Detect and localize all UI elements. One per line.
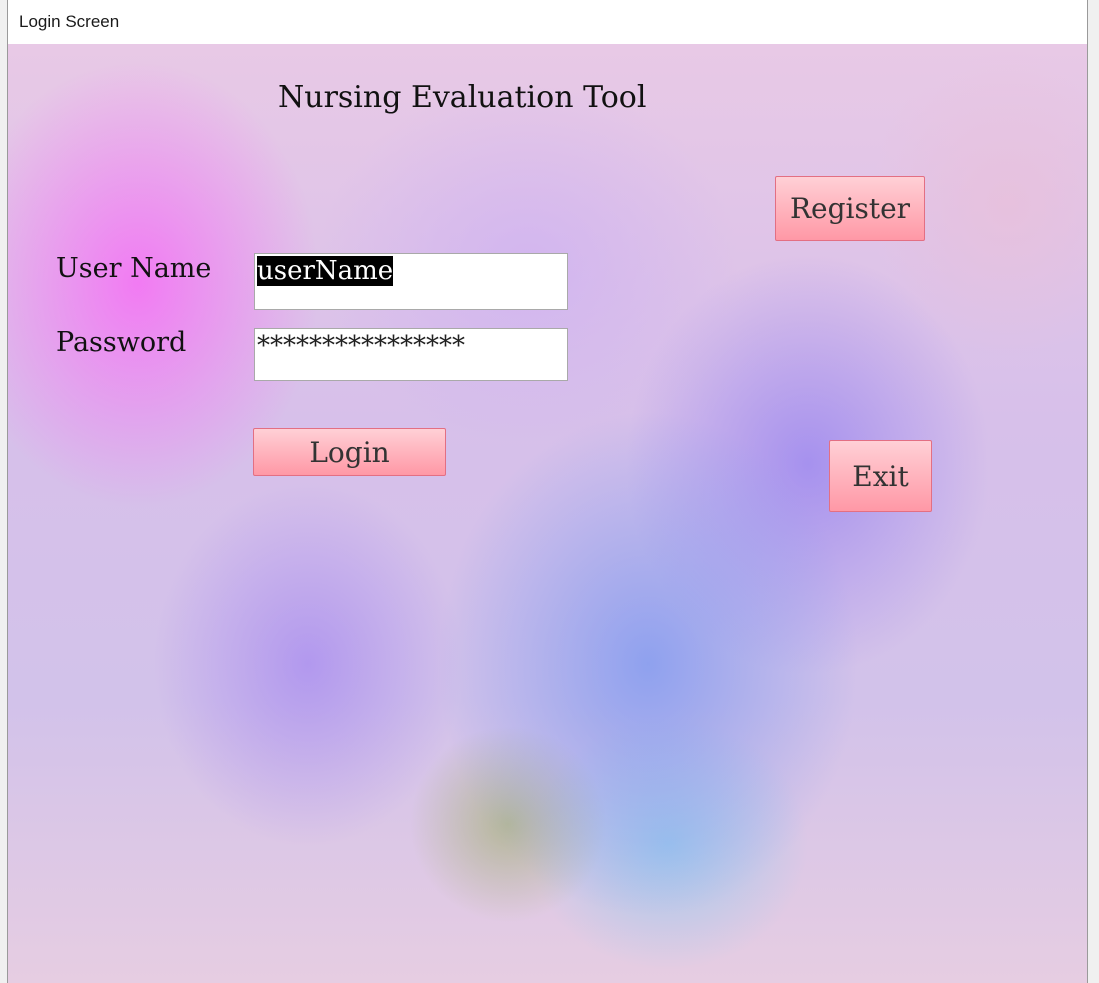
login-button[interactable]: Login (253, 428, 446, 476)
watercolor-background: Nursing Evaluation Tool User Name userNa… (8, 44, 1087, 983)
username-input[interactable]: userName (254, 253, 568, 310)
password-value: **************** (257, 331, 465, 361)
username-value: userName (257, 256, 394, 286)
register-button[interactable]: Register (775, 176, 925, 241)
app-heading: Nursing Evaluation Tool (278, 80, 647, 115)
exit-button[interactable]: Exit (829, 440, 932, 512)
login-window: Login Screen Nursing Evaluation Tool Use… (7, 0, 1088, 983)
username-label: User Name (56, 253, 212, 284)
password-label: Password (56, 327, 187, 358)
password-input[interactable]: **************** (254, 328, 568, 381)
title-bar[interactable]: Login Screen (8, 0, 1087, 44)
window-title: Login Screen (19, 12, 120, 31)
